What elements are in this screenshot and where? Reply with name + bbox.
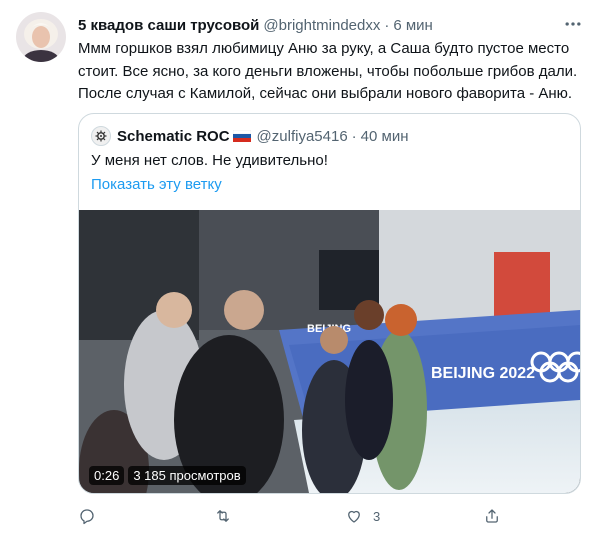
quoted-tweet-header: Schematic ROC @zulfiya5416 · 40 мин bbox=[91, 126, 409, 146]
quoted-tweet-text: У меня нет слов. Не удивительно! bbox=[91, 152, 328, 169]
quoted-display-name[interactable]: Schematic ROC bbox=[117, 128, 230, 145]
display-name[interactable]: 5 квадов саши трусовой bbox=[78, 17, 259, 34]
tweet-header: 5 квадов саши трусовой @brightmindedxx ·… bbox=[78, 14, 575, 36]
video-views: 3 185 просмотров bbox=[128, 466, 246, 485]
more-options-icon[interactable] bbox=[563, 14, 583, 34]
quoted-tweet[interactable]: Schematic ROC @zulfiya5416 · 40 мин У ме… bbox=[78, 113, 581, 494]
like-button[interactable]: 3 bbox=[345, 504, 380, 528]
quoted-timestamp[interactable]: 40 мин bbox=[361, 128, 409, 145]
quoted-avatar bbox=[91, 126, 111, 146]
video-duration: 0:26 bbox=[89, 466, 125, 485]
tweet-text-line: Ммм горшков взял любимицу Аню за руку, а… bbox=[78, 40, 570, 57]
timestamp[interactable]: 6 мин bbox=[393, 17, 433, 34]
separator-dot: · bbox=[351, 127, 357, 145]
retweet-icon bbox=[217, 510, 229, 522]
russia-flag-icon bbox=[232, 130, 251, 142]
tweet-text-line: стоит. Все ясно, за кого деньги вложены,… bbox=[78, 62, 578, 80]
tweet-text: Ммм горшков взял любимицу Аню за руку, а… bbox=[78, 38, 578, 106]
tweet-actions: 3 bbox=[78, 504, 508, 528]
tweet[interactable]: 5 квадов саши трусовой @brightmindedxx ·… bbox=[0, 0, 591, 533]
avatar[interactable] bbox=[16, 12, 66, 62]
like-count: 3 bbox=[373, 508, 381, 524]
reply-icon bbox=[80, 509, 94, 525]
video-overlay: 0:26 3 185 просмотров bbox=[89, 466, 246, 485]
banner-text-right: BEIJING 2022 bbox=[431, 365, 535, 382]
tweet-text-line: После случая с Камилой, сейчас они выбра… bbox=[78, 85, 573, 102]
gear-icon bbox=[95, 130, 107, 142]
video-player[interactable]: BEIJING BEIJING 2022 bbox=[79, 210, 580, 493]
video-frame: BEIJING BEIJING 2022 bbox=[79, 210, 580, 493]
like-icon bbox=[348, 510, 360, 523]
reply-button[interactable] bbox=[78, 504, 96, 528]
share-button[interactable] bbox=[483, 504, 501, 528]
user-handle[interactable]: @brightmindedxx bbox=[263, 17, 380, 34]
show-thread-link[interactable]: Показать эту ветку bbox=[91, 176, 222, 193]
retweet-button[interactable] bbox=[214, 504, 232, 528]
share-icon bbox=[486, 509, 498, 523]
quoted-user-handle[interactable]: @zulfiya5416 bbox=[257, 128, 348, 145]
separator-dot: · bbox=[384, 16, 390, 34]
